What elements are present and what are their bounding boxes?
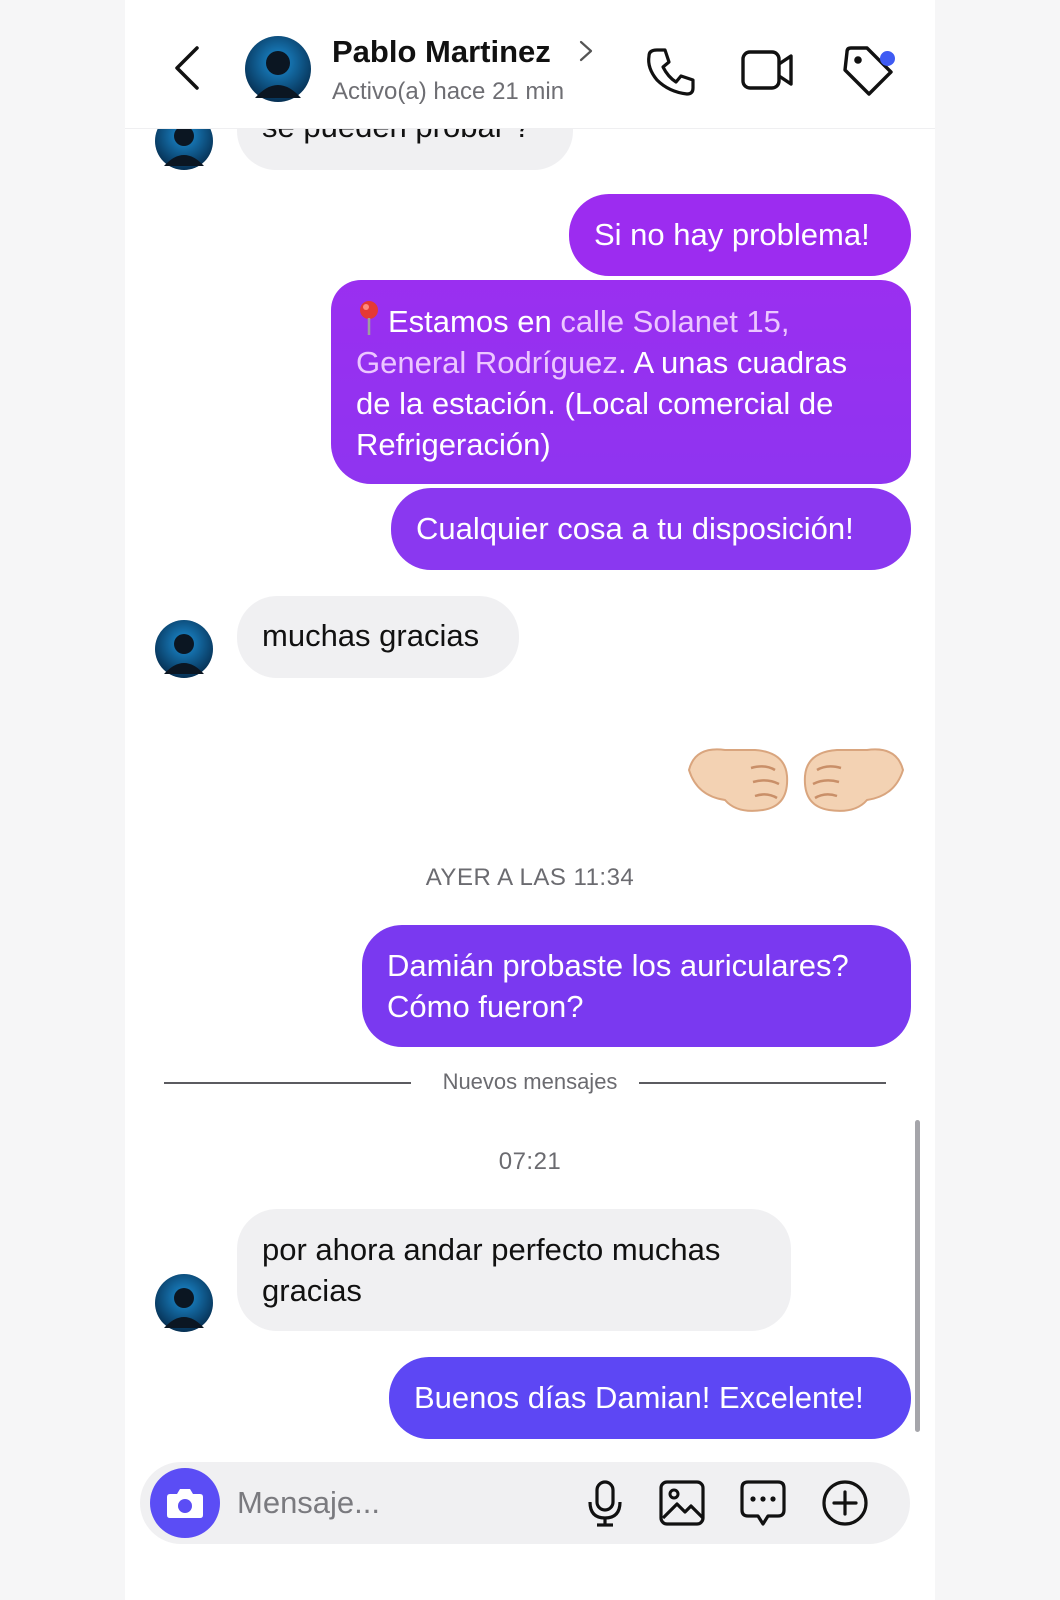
message-text: por ahora andar perfecto muchas gracias: [262, 1232, 721, 1308]
microphone-icon[interactable]: [580, 1478, 630, 1528]
message-composer: [140, 1462, 910, 1544]
divider-line-right: [639, 1082, 886, 1084]
video-camera-icon[interactable]: [739, 42, 795, 98]
chevron-left-icon[interactable]: [167, 44, 211, 92]
contact-avatar[interactable]: [155, 620, 213, 678]
outgoing-message[interactable]: Damián probaste los auriculares? Cómo fu…: [362, 925, 911, 1047]
contact-status: Activo(a) hace 21 min: [332, 78, 565, 105]
camera-icon: [167, 1489, 203, 1518]
chat-header: Pablo Martinez Activo(a) hace 21 min: [125, 22, 935, 129]
chat-screen: se pueden probar ? Si no hay problema! E…: [125, 0, 935, 1600]
chevron-right-icon[interactable]: [577, 38, 595, 64]
message-text: Estamos en: [388, 304, 561, 339]
timestamp-yesterday: AYER A LAS 11:34: [425, 864, 635, 891]
message-text: Buenos días Damian! Excelente!: [414, 1380, 864, 1415]
right-facing-fist-icon[interactable]: [799, 740, 907, 816]
left-facing-fist-icon[interactable]: [685, 740, 793, 816]
message-text: muchas gracias: [262, 618, 480, 653]
thread-scrollbar[interactable]: [915, 1120, 920, 1432]
message-text: Si no hay problema!: [594, 217, 870, 252]
outgoing-location-message[interactable]: Estamos en calle Solanet 15, General Rod…: [331, 280, 911, 484]
image-icon[interactable]: [657, 1478, 707, 1528]
incoming-message[interactable]: por ahora andar perfecto muchas gracias: [237, 1209, 791, 1331]
round-pushpin-icon: [360, 301, 378, 335]
contact-avatar[interactable]: [155, 1274, 213, 1332]
chat-bubble-icon[interactable]: [738, 1478, 788, 1528]
outgoing-message[interactable]: Cualquier cosa a tu disposición!: [391, 488, 911, 570]
contact-avatar[interactable]: [245, 36, 311, 102]
incoming-message[interactable]: muchas gracias: [237, 596, 519, 678]
message-text: Cualquier cosa a tu disposición!: [416, 511, 854, 546]
message-input[interactable]: [237, 1480, 557, 1526]
message-text: Damián probaste los auriculares? Cómo fu…: [387, 948, 849, 1024]
unread-indicator-dot: [880, 51, 895, 66]
timestamp-today: 07:21: [498, 1148, 562, 1175]
plus-circle-icon[interactable]: [820, 1478, 870, 1528]
contact-name[interactable]: Pablo Martinez: [332, 34, 551, 70]
phone-icon[interactable]: [643, 42, 699, 98]
camera-button[interactable]: [150, 1468, 220, 1538]
outgoing-message[interactable]: Buenos días Damian! Excelente!: [389, 1357, 911, 1439]
outgoing-message[interactable]: Si no hay problema!: [569, 194, 911, 276]
